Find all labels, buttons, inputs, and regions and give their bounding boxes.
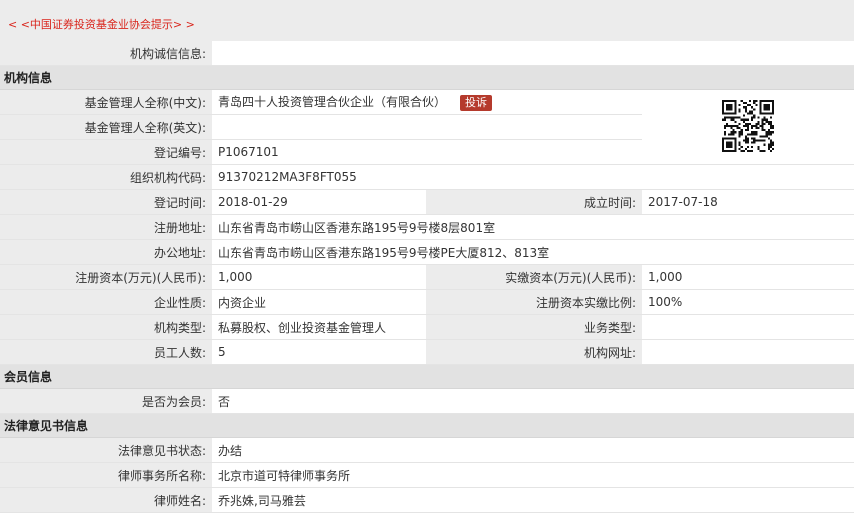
lawyer-row: 律师姓名: 乔兆姝,司马雅芸 (0, 487, 854, 513)
manager-info-table: 机构诚信信息: 机构信息 基金管理人全称(中文): 青岛四十人投资管理合伙企业（… (0, 41, 854, 513)
reg-addr-row: 注册地址: 山东省青岛市崂山区香港东路195号9号楼8层801室 (0, 214, 854, 240)
association-notice-link[interactable]: < <中国证券投资基金业协会提示> > (0, 0, 854, 41)
qr-code-icon (722, 99, 775, 152)
lawyer-label: 律师姓名: (0, 487, 212, 513)
capital-row: 注册资本(万元)(人民币): 1,000 实缴资本(万元)(人民币): 1,00… (0, 264, 854, 290)
reg-addr-value: 山东省青岛市崂山区香港东路195号9号楼8层801室 (212, 214, 854, 240)
reg-no-label: 登记编号: (0, 139, 212, 165)
paid-ratio-label: 注册资本实缴比例: (426, 289, 642, 315)
lawyer-value: 乔兆姝,司马雅芸 (212, 487, 854, 513)
reg-capital-label: 注册资本(万元)(人民币): (0, 264, 212, 290)
staff-row: 员工人数: 5 机构网址: (0, 339, 854, 365)
paid-capital-value: 1,000 (642, 264, 854, 290)
legal-section-header: 法律意见书信息 (0, 413, 854, 438)
is-member-value: 否 (212, 388, 854, 414)
legal-status-value: 办结 (212, 437, 854, 463)
paid-ratio-value: 100% (642, 289, 854, 315)
complaint-button[interactable]: 投诉 (460, 94, 493, 111)
biz-type-value (642, 314, 854, 340)
org-type-value: 私募股权、创业投资基金管理人 (212, 314, 426, 340)
law-firm-value: 北京市道可特律师事务所 (212, 462, 854, 488)
legal-section-title: 法律意见书信息 (0, 413, 854, 438)
en-name-value (212, 114, 642, 140)
nature-label: 企业性质: (0, 289, 212, 315)
is-member-label: 是否为会员: (0, 388, 212, 414)
found-time-label: 成立时间: (426, 189, 642, 215)
nature-row: 企业性质: 内资企业 注册资本实缴比例: 100% (0, 289, 854, 315)
office-addr-value: 山东省青岛市崂山区香港东路195号9号楼PE大厦812、813室 (212, 239, 854, 265)
reg-capital-value: 1,000 (212, 264, 426, 290)
member-section-title: 会员信息 (0, 364, 854, 389)
reg-no-value: P1067101 (212, 139, 642, 165)
law-firm-row: 律师事务所名称: 北京市道可特律师事务所 (0, 462, 854, 488)
law-firm-label: 律师事务所名称: (0, 462, 212, 488)
credit-label: 机构诚信信息: (0, 41, 212, 66)
org-type-label: 机构类型: (0, 314, 212, 340)
staff-label: 员工人数: (0, 339, 212, 365)
time-row: 登记时间: 2018-01-29 成立时间: 2017-07-18 (0, 189, 854, 215)
cn-name-cell: 青岛四十人投资管理合伙企业（有限合伙） 投诉 (212, 89, 642, 115)
type-row: 机构类型: 私募股权、创业投资基金管理人 业务类型: (0, 314, 854, 340)
is-member-row: 是否为会员: 否 (0, 388, 854, 414)
reg-time-value: 2018-01-29 (212, 189, 426, 215)
org-section-title: 机构信息 (0, 65, 854, 90)
credit-row: 机构诚信信息: (0, 41, 854, 66)
member-section-header: 会员信息 (0, 364, 854, 389)
en-name-label: 基金管理人全称(英文): (0, 114, 212, 140)
found-time-value: 2017-07-18 (642, 189, 854, 215)
website-label: 机构网址: (426, 339, 642, 365)
nature-value: 内资企业 (212, 289, 426, 315)
paid-capital-label: 实缴资本(万元)(人民币): (426, 264, 642, 290)
office-addr-row: 办公地址: 山东省青岛市崂山区香港东路195号9号楼PE大厦812、813室 (0, 239, 854, 265)
reg-addr-label: 注册地址: (0, 214, 212, 240)
cn-name-value: 青岛四十人投资管理合伙企业（有限合伙） (218, 95, 447, 110)
website-value (642, 339, 854, 365)
org-code-value: 91370212MA3F8FT055 (212, 164, 854, 190)
credit-value (212, 41, 854, 66)
biz-type-label: 业务类型: (426, 314, 642, 340)
org-code-label: 组织机构代码: (0, 164, 212, 190)
org-section-header: 机构信息 (0, 65, 854, 90)
staff-value: 5 (212, 339, 426, 365)
org-code-row: 组织机构代码: 91370212MA3F8FT055 (0, 164, 854, 190)
qr-code-cell (642, 89, 854, 165)
cn-name-row: 基金管理人全称(中文): 青岛四十人投资管理合伙企业（有限合伙） 投诉 (0, 89, 854, 165)
cn-name-label: 基金管理人全称(中文): (0, 89, 212, 115)
legal-status-label: 法律意见书状态: (0, 437, 212, 463)
office-addr-label: 办公地址: (0, 239, 212, 265)
reg-time-label: 登记时间: (0, 189, 212, 215)
legal-status-row: 法律意见书状态: 办结 (0, 437, 854, 463)
